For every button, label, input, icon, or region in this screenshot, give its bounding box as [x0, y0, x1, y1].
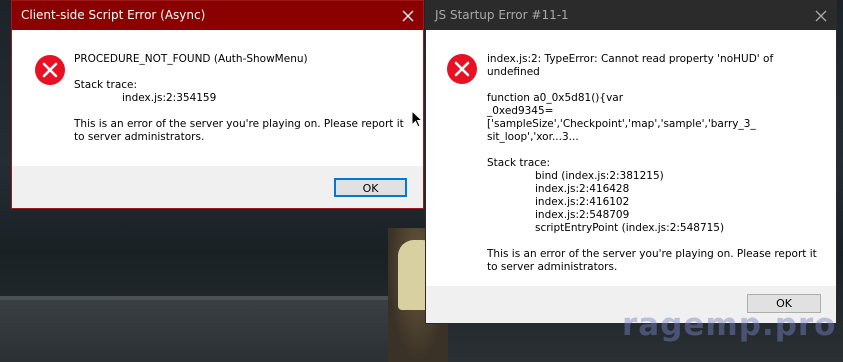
close-icon: [402, 10, 414, 21]
stack-trace-line: index.js:2:548709: [535, 209, 630, 221]
report-notice-line: to server administrators.: [74, 131, 205, 143]
report-notice-line: This is an error of the server you're pl…: [74, 118, 404, 130]
code-line: sit_loop','xor...3...: [487, 131, 579, 143]
mouse-cursor-icon: [411, 110, 423, 128]
stack-trace-line: scriptEntryPoint (index.js:2:548715): [535, 222, 725, 234]
title-bar[interactable]: JS Startup Error #11-1: [426, 1, 836, 30]
report-notice-line: This is an error of the server you're pl…: [487, 248, 817, 260]
close-icon: [815, 10, 827, 21]
dialog-title: Client-side Script Error (Async): [21, 8, 206, 22]
error-line: index.js:2: TypeError: Cannot read prope…: [487, 53, 774, 65]
js-startup-error-dialog: JS Startup Error #11-1 index.js:2: TypeE…: [425, 0, 837, 324]
code-line: _0xed9345=['sampleSize','Checkpoint','ma…: [487, 105, 756, 130]
client-script-error-dialog: Client-side Script Error (Async) PROCEDU…: [11, 0, 424, 209]
error-line: undefined: [487, 66, 540, 78]
close-button[interactable]: [393, 1, 423, 30]
stack-trace-line: index.js:2:416102: [535, 196, 630, 208]
error-line: PROCEDURE_NOT_FOUND (Auth-ShowMenu): [74, 53, 308, 65]
stack-trace-line: bind (index.js:2:381215): [535, 170, 664, 182]
dialog-content: PROCEDURE_NOT_FOUND (Auth-ShowMenu) Stac…: [12, 30, 423, 167]
stack-trace-label: Stack trace:: [74, 79, 138, 91]
ok-button[interactable]: OK: [334, 178, 407, 197]
stack-trace-label: Stack trace:: [487, 157, 551, 169]
stack-trace-line: index.js:2:354159: [122, 92, 217, 104]
error-message: PROCEDURE_NOT_FOUND (Auth-ShowMenu) Stac…: [74, 53, 414, 144]
dialog-content: index.js:2: TypeError: Cannot read prope…: [426, 30, 836, 286]
close-button[interactable]: [806, 1, 836, 30]
error-icon: [35, 55, 65, 85]
report-notice-line: to server administrators.: [487, 261, 618, 273]
watermark: ragemp.pro: [622, 307, 837, 343]
error-message: index.js:2: TypeError: Cannot read prope…: [487, 53, 822, 274]
code-line: function a0_0x5d81(){var: [487, 92, 624, 104]
dock: [0, 300, 430, 362]
dialog-title: JS Startup Error #11-1: [435, 8, 569, 22]
stack-trace-line: index.js:2:416428: [535, 183, 630, 195]
error-icon: [447, 54, 477, 84]
title-bar[interactable]: Client-side Script Error (Async): [12, 1, 423, 30]
